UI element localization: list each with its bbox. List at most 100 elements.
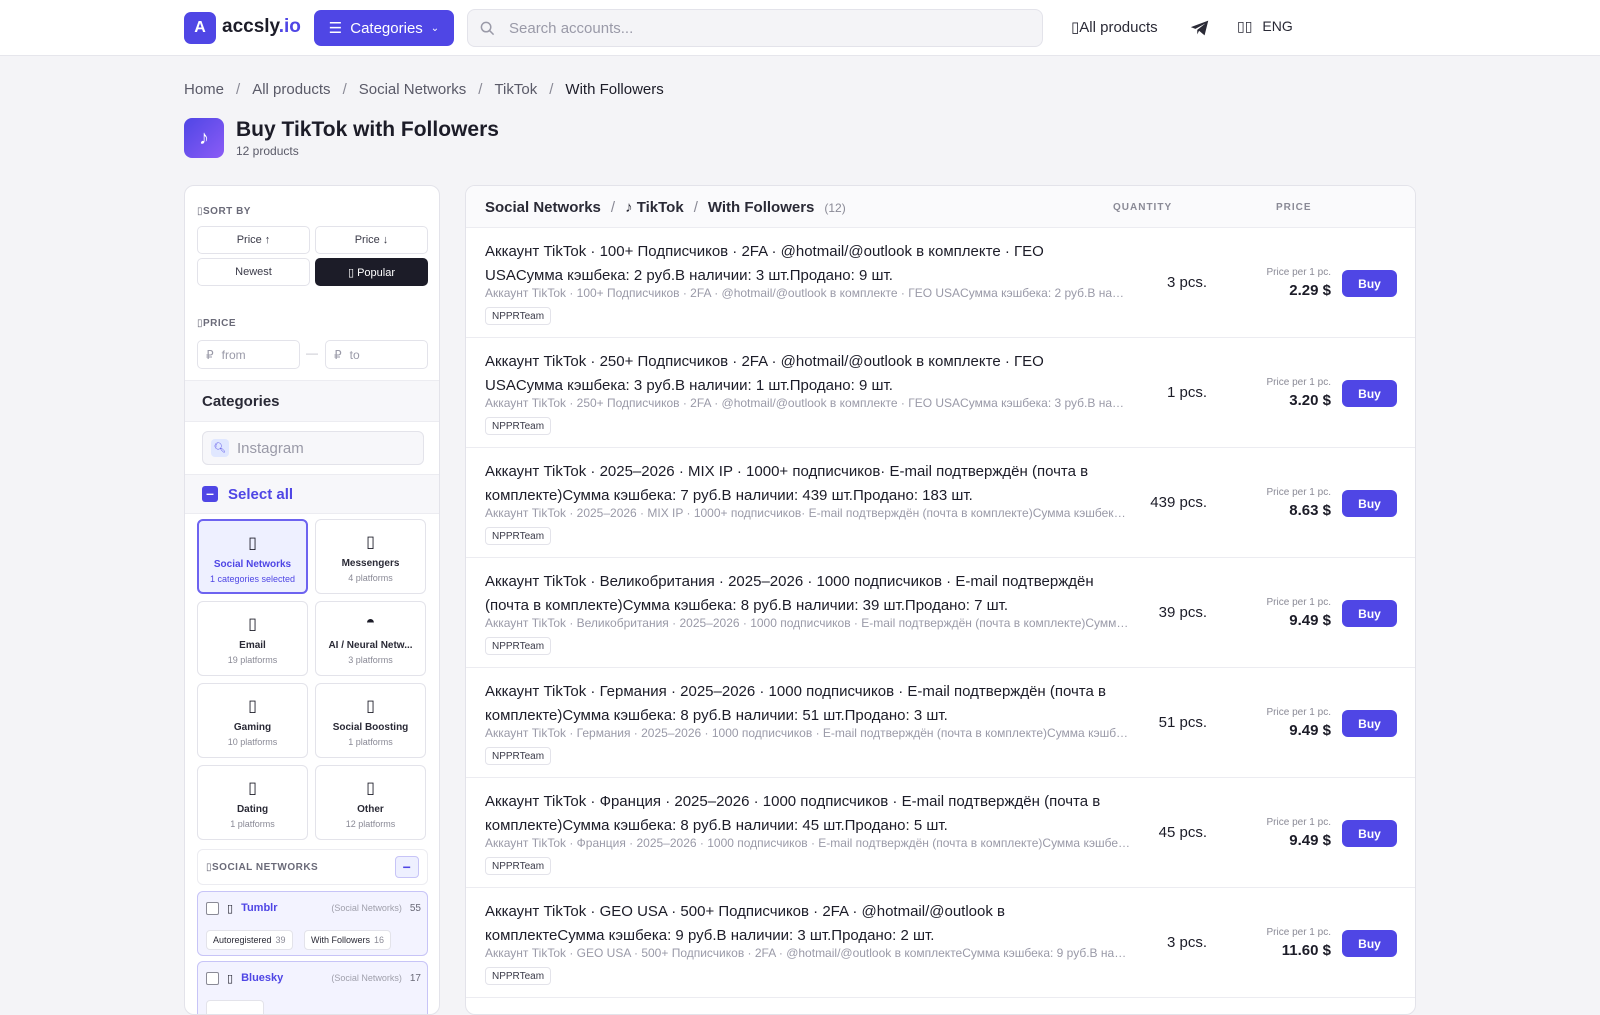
price-from-input[interactable]: ₽ from [197, 340, 300, 369]
product-title[interactable]: Аккаунт TikTok · 250+ Подписчиков · 2FA … [485, 350, 1125, 398]
language-switcher[interactable]: ▯▯ ENG [1237, 18, 1293, 35]
subcategory-tag[interactable] [206, 1000, 264, 1014]
gaming-icon: ▯ [248, 698, 257, 715]
subcategory-with-followers[interactable]: With Followers 16 [304, 930, 392, 950]
category-tile-messengers[interactable]: ▯ Messengers 4 platforms [315, 519, 426, 594]
sort-price-asc-button[interactable]: Price ↑ [197, 226, 310, 254]
product-price: 2.29 $ [1289, 282, 1331, 299]
platform-name[interactable]: Tumblr [241, 902, 277, 914]
product-title[interactable]: Аккаунт TikTok · Великобритания · 2025–2… [485, 570, 1125, 618]
logo-mark[interactable]: A [184, 12, 216, 44]
select-all-toggle[interactable]: – Select all [185, 474, 439, 514]
platform-item-tumblr[interactable]: ▯ Tumblr (Social Networks) 55 Autoregist… [197, 891, 428, 956]
category-tile-email[interactable]: ▯ Email 19 platforms [197, 601, 308, 676]
subcategory-name: With Followers [311, 935, 371, 945]
buy-button[interactable]: Buy [1342, 930, 1397, 957]
breadcrumb-social-networks[interactable]: Social Networks [359, 81, 467, 98]
product-price: 11.60 $ [1281, 942, 1331, 959]
breadcrumb-separator: / [236, 81, 241, 98]
price-to-placeholder: to [349, 347, 360, 362]
flag-icon: ▯▯ [1237, 18, 1253, 34]
product-row[interactable]: Аккаунт TikTok · 250+ Подписчиков · 2FA … [466, 338, 1415, 448]
messengers-icon: ▯ [366, 534, 375, 551]
product-row[interactable]: Аккаунт TikTok · 100+ Подписчиков · 2FA … [466, 228, 1415, 338]
checkbox-indeterminate-icon[interactable]: – [202, 486, 218, 502]
platform-row: ▯ Bluesky (Social Networks) 17 [206, 970, 421, 986]
product-quantity: 45 pcs. [1158, 824, 1207, 841]
platform-checkbox[interactable] [206, 901, 219, 915]
product-title[interactable]: Аккаунт TikTok · Германия · 2025–2026 · … [485, 680, 1125, 728]
price-range-separator: — [306, 346, 318, 360]
breadcrumb-home[interactable]: Home [184, 81, 224, 98]
logo-text[interactable]: accsly.io [222, 16, 301, 38]
language-label: ENG [1262, 18, 1293, 34]
category-search-input[interactable]: 🔍︎ Instagram [202, 431, 424, 465]
category-tile-other[interactable]: ▯ Other 12 platforms [315, 765, 426, 840]
category-tile-social-boosting[interactable]: ▯ Social Boosting 1 platforms [315, 683, 426, 758]
breadcrumb-current: With Followers [565, 81, 664, 98]
product-row[interactable]: Аккаунт TikTok · 2025–2026 · MIX IP · 10… [466, 448, 1415, 558]
platform-category: (Social Networks) [331, 973, 402, 983]
breadcrumb-separator: / [478, 81, 483, 98]
buy-button[interactable]: Buy [1342, 380, 1397, 407]
product-description: Аккаунт TikTok · Германия · 2025–2026 · … [485, 726, 1130, 740]
subcategory-autoregistered[interactable]: Autoregistered 39 [206, 930, 293, 950]
platform-checkbox[interactable] [206, 971, 219, 985]
page-title: Buy TikTok with Followers [236, 118, 499, 141]
social-networks-section-header: ▯ SOCIAL NETWORKS − [197, 849, 428, 885]
breadcrumb: Home / All products / Social Networks / Tik… [184, 81, 664, 98]
subcategory-name: Autoregistered [213, 935, 272, 945]
sort-price-desc-button[interactable]: Price ↓ [315, 226, 428, 254]
product-description: Аккаунт TikTok · 2025–2026 · MIX IP · 10… [485, 506, 1130, 520]
product-description: Аккаунт TikTok · Франция · 2025–2026 · 1… [485, 836, 1130, 850]
product-row[interactable]: Аккаунт TikTok · GEO USA · 500+ Подписчи… [466, 888, 1415, 998]
all-products-link[interactable]: ▯All products [1071, 18, 1158, 36]
breadcrumb-all-products[interactable]: All products [252, 81, 330, 98]
categories-button[interactable]: ☰ Categories ⌄ [314, 10, 454, 46]
product-title[interactable]: Аккаунт TikTok · 100+ Подписчиков · 2FA … [485, 240, 1125, 288]
select-all-label: Select all [228, 485, 294, 503]
product-price: 8.63 $ [1289, 502, 1331, 519]
product-row[interactable]: Аккаунт TikTok · Германия · 2025–2026 · … [466, 668, 1415, 778]
sort-popular-button[interactable]: ▯ Popular [315, 258, 428, 286]
buy-button[interactable]: Buy [1342, 710, 1397, 737]
buy-button[interactable]: Buy [1342, 270, 1397, 297]
table-breadcrumb: Social Networks / ♪ TikTok / With Follower… [485, 199, 846, 216]
price-per-label: Price per 1 pc. [1266, 817, 1331, 828]
tumblr-icon: ▯ [227, 902, 234, 915]
search-input[interactable] [509, 19, 1009, 37]
platform-name[interactable]: Bluesky [241, 972, 283, 984]
table-crumb-category[interactable]: Social Networks [485, 199, 601, 216]
price-to-input[interactable]: ₽ to [325, 340, 428, 369]
categories-heading: Categories [185, 380, 439, 422]
table-crumb-separator: / [693, 199, 698, 216]
search-icon [480, 21, 495, 35]
tile-count: 3 platforms [348, 655, 393, 665]
category-tile-dating[interactable]: ▯ Dating 1 platforms [197, 765, 308, 840]
price-text: PRICE [203, 318, 237, 329]
product-title[interactable]: Аккаунт TikTok · Франция · 2025–2026 · 1… [485, 790, 1125, 838]
buy-button[interactable]: Buy [1342, 820, 1397, 847]
table-crumb-platform[interactable]: ♪ TikTok [625, 199, 684, 216]
product-row[interactable]: Аккаунт TikTok · Великобритания · 2025–2… [466, 558, 1415, 668]
product-title[interactable]: Аккаунт TikTok · 2025–2026 · MIX IP · 10… [485, 460, 1125, 508]
category-tile-gaming[interactable]: ▯ Gaming 10 platforms [197, 683, 308, 758]
sort-newest-button[interactable]: Newest [197, 258, 310, 286]
collapse-button[interactable]: − [395, 856, 419, 878]
telegram-icon[interactable] [1189, 17, 1211, 39]
product-quantity: 51 pcs. [1158, 714, 1207, 731]
category-tile-social-networks[interactable]: ▯ Social Networks 1 categories selected [197, 519, 308, 594]
buy-button[interactable]: Buy [1342, 600, 1397, 627]
tile-name: Email [239, 640, 266, 651]
category-tile-ai[interactable]: ◓ AI / Neural Netw... 3 platforms [315, 601, 426, 676]
column-header-quantity: QUANTITY [1113, 202, 1173, 213]
buy-button[interactable]: Buy [1342, 490, 1397, 517]
product-row[interactable]: Аккаунт TikTok · Франция · 2025–2026 · 1… [466, 778, 1415, 888]
product-price: 3.20 $ [1289, 392, 1331, 409]
breadcrumb-tiktok[interactable]: TikTok [494, 81, 537, 98]
ruble-icon: ₽ [334, 347, 342, 362]
product-title[interactable]: Аккаунт TikTok · GEO USA · 500+ Подписчи… [485, 900, 1125, 948]
tile-name: Gaming [233, 722, 272, 733]
other-icon: ▯ [366, 780, 375, 797]
platform-item-bluesky[interactable]: ▯ Bluesky (Social Networks) 17 [197, 961, 428, 1014]
